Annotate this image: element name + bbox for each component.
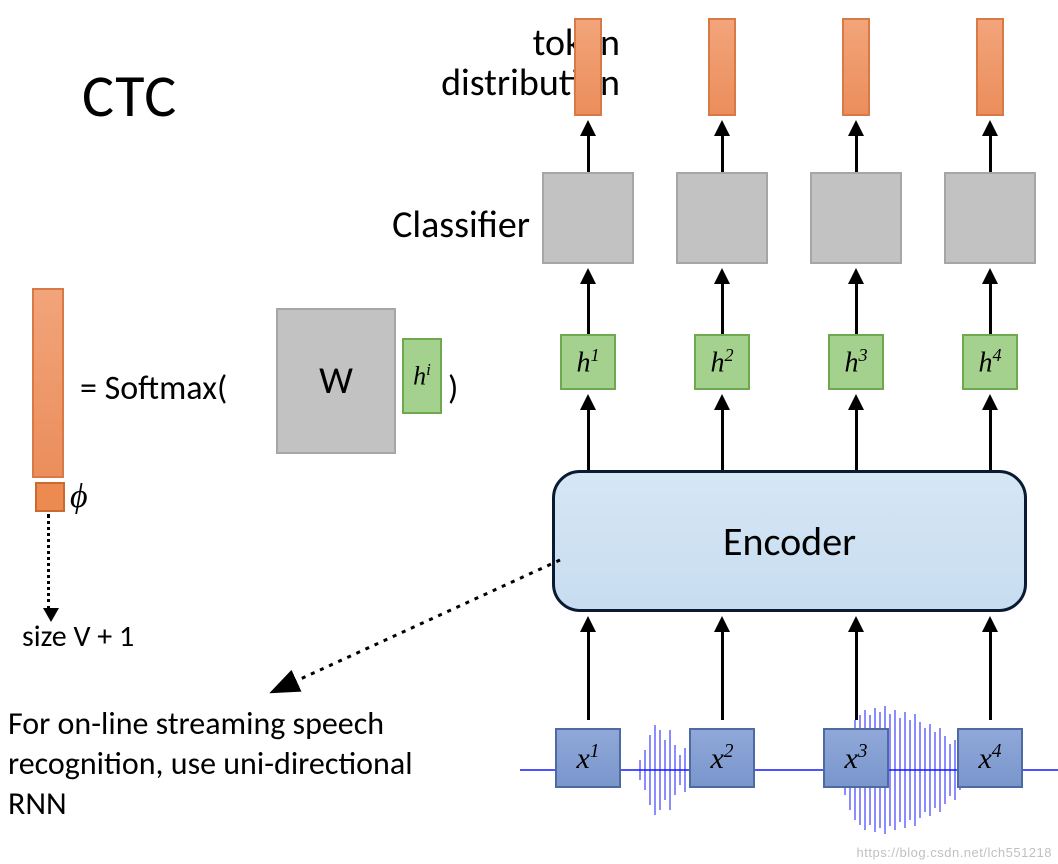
softmax-prefix: = Softmax( — [80, 368, 227, 409]
encoder-box: Encoder — [552, 470, 1027, 612]
streaming-note: For on-line streaming speech recognition… — [8, 704, 528, 824]
title: CTC — [82, 60, 177, 133]
x-box-3: x3 — [823, 728, 889, 788]
h-label-1: h1 — [576, 345, 599, 379]
arrow-cls-token-2 — [714, 120, 730, 172]
encoder-label: Encoder — [723, 517, 856, 566]
classifier-box-2 — [676, 172, 768, 264]
arrow-cls-token-3 — [848, 120, 864, 172]
h-label-3: h3 — [844, 345, 867, 379]
arrow-cls-token-4 — [982, 120, 998, 172]
h-box-3: h3 — [828, 334, 884, 390]
arrow-enc-h-1 — [580, 394, 596, 472]
token-bar-2 — [708, 18, 736, 116]
softmax-suffix: ) — [448, 368, 458, 409]
size-label: size V + 1 — [22, 618, 134, 655]
dotted-arrow-phi — [47, 514, 50, 610]
note-line-3: RNN — [8, 784, 528, 824]
w-matrix-box: W — [276, 308, 396, 454]
x-label-2: x2 — [710, 741, 733, 776]
note-line-2: recognition, use uni-directional — [8, 744, 528, 784]
arrow-h-cls-4 — [982, 268, 998, 334]
arrow-x-enc-4 — [982, 616, 998, 720]
x-label-4: x4 — [978, 741, 1001, 776]
classifier-label: Classifier — [370, 202, 530, 248]
h-box-4: h4 — [962, 334, 1018, 390]
h-i-box: hi — [402, 338, 442, 414]
h-label-2: h2 — [710, 345, 733, 379]
arrow-enc-h-2 — [714, 394, 730, 472]
x-box-2: x2 — [689, 728, 755, 788]
h-box-2: h2 — [694, 334, 750, 390]
h-i-label: hi — [413, 360, 431, 392]
x-label-3: x3 — [844, 741, 867, 776]
token-bar-3 — [842, 18, 870, 116]
phi-box — [35, 482, 65, 512]
token-bar-4 — [976, 18, 1004, 116]
watermark: https://blog.csdn.net/lch551218 — [857, 845, 1052, 860]
x-label-1: x1 — [576, 741, 599, 776]
arrow-x-enc-2 — [714, 616, 730, 720]
x-box-4: x4 — [957, 728, 1023, 788]
arrow-x-enc-1 — [580, 616, 596, 720]
arrow-cls-token-1 — [580, 120, 596, 172]
h-label-4: h4 — [978, 345, 1001, 379]
classifier-box-1 — [542, 172, 634, 264]
arrow-h-cls-1 — [580, 268, 596, 334]
arrow-h-cls-3 — [848, 268, 864, 334]
diagram-canvas: CTC token distribution Classifier — [0, 0, 1058, 864]
x-box-1: x1 — [555, 728, 621, 788]
dotted-arrow-encoder-note — [260, 552, 580, 712]
classifier-box-4 — [944, 172, 1036, 264]
arrow-x-enc-3 — [848, 616, 864, 720]
h-box-1: h1 — [560, 334, 616, 390]
arrow-h-cls-2 — [714, 268, 730, 334]
arrow-enc-h-4 — [982, 394, 998, 472]
phi-label: ϕ — [70, 478, 88, 516]
arrow-enc-h-3 — [848, 394, 864, 472]
softmax-output-bar — [32, 288, 64, 478]
classifier-box-3 — [810, 172, 902, 264]
token-bar-1 — [574, 18, 602, 116]
w-label: W — [319, 358, 353, 404]
